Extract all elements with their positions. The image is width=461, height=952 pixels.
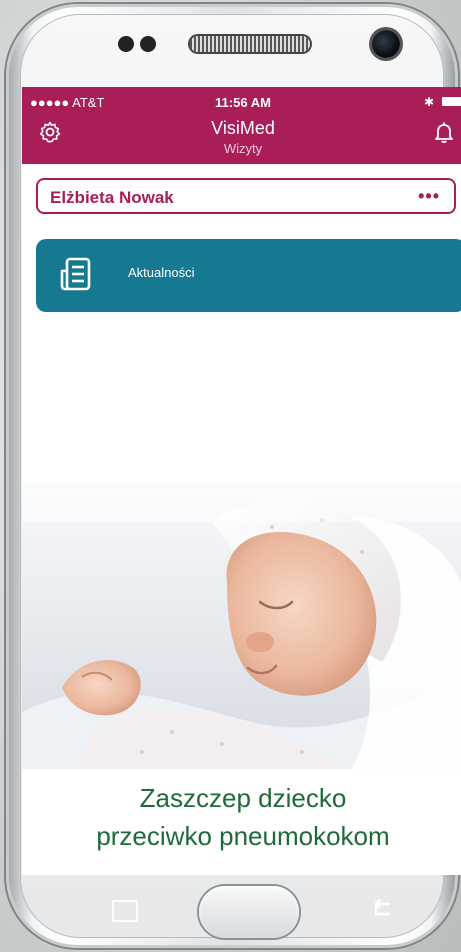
home-button[interactable] xyxy=(199,886,299,938)
sensor-dots xyxy=(118,36,162,57)
sleeping-baby-image xyxy=(22,482,461,769)
user-name: Elżbieta Nowak xyxy=(50,188,174,207)
promo-caption[interactable]: Zaszczep dziecko przeciwko pneumokokom xyxy=(22,779,461,855)
front-camera xyxy=(372,30,400,58)
news-label: Aktualności xyxy=(128,265,195,280)
clock: 11:56 AM xyxy=(215,95,271,110)
app-subtitle: Wizyty xyxy=(223,141,263,156)
promo-line-1: Zaszczep dziecko xyxy=(139,783,347,813)
recent-apps-icon[interactable] xyxy=(112,900,138,922)
news-icon xyxy=(60,257,91,291)
status-bar: ●●●●● AT&T 11:56 AM ✱ xyxy=(22,87,461,113)
app-header: ●●●●● AT&T 11:56 AM ✱ VisiMed Wizyty xyxy=(22,87,461,164)
app-title: VisiMed xyxy=(211,118,275,138)
earpiece-speaker xyxy=(190,36,310,52)
promo-line-2: przeciwko pneumokokom xyxy=(96,821,390,851)
app-screen: ●●●●● AT&T 11:56 AM ✱ VisiMed Wizyty Elż… xyxy=(22,87,461,875)
user-selector[interactable]: Elżbieta Nowak ••• xyxy=(36,178,456,214)
back-icon[interactable] xyxy=(366,894,396,924)
bell-icon[interactable] xyxy=(432,120,456,144)
more-options-icon[interactable]: ••• xyxy=(418,186,440,207)
news-tile[interactable]: Aktualności xyxy=(36,239,461,312)
battery-icon xyxy=(442,97,461,106)
bluetooth-icon: ✱ xyxy=(423,95,434,109)
baby-photo xyxy=(22,482,461,769)
